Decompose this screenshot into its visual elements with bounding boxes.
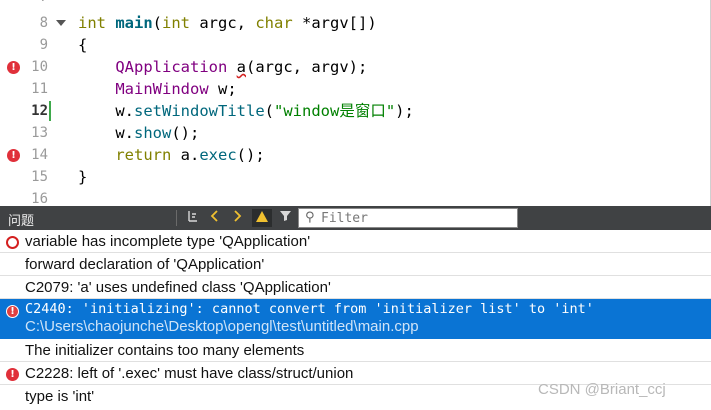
line-number: 15 bbox=[31, 169, 48, 185]
issue-text: C2440: 'initializing': cannot convert fr… bbox=[25, 301, 594, 317]
line-number: 9 bbox=[39, 37, 48, 53]
line-number: 7 bbox=[0, 0, 48, 8]
issue-row[interactable]: C2079: 'a' uses undefined class 'QApplic… bbox=[0, 276, 711, 299]
code-text: QApplication a(argc, argv); bbox=[115, 58, 368, 76]
issue-text: C2079: 'a' uses undefined class 'QApplic… bbox=[25, 279, 331, 296]
next-issue-icon[interactable] bbox=[228, 209, 246, 227]
watermark-text: CSDN @Briant_ccj bbox=[538, 381, 666, 398]
toolbar-separator bbox=[176, 210, 177, 226]
line-number: 16 bbox=[31, 191, 48, 206]
error-icon: ! bbox=[6, 305, 19, 318]
code-line-9[interactable]: 9 { bbox=[0, 34, 711, 56]
line-number: 13 bbox=[31, 125, 48, 141]
code-line-8[interactable]: 8 int main(int argc, char *argv[]) bbox=[0, 12, 711, 34]
line-number: 11 bbox=[31, 81, 48, 97]
code-line-14[interactable]: ! 14 return a.exec(); bbox=[0, 144, 711, 166]
issue-row[interactable]: variable has incomplete type 'QApplicati… bbox=[0, 230, 711, 253]
line-number: 10 bbox=[31, 59, 48, 75]
issue-text: type is 'int' bbox=[25, 388, 95, 405]
code-line-11[interactable]: 11 MainWindow w; bbox=[0, 78, 711, 100]
code-line-13[interactable]: 13 w.show(); bbox=[0, 122, 711, 144]
filter-input[interactable] bbox=[321, 209, 513, 227]
line-number: 12 bbox=[31, 103, 48, 119]
issue-text: C2228: left of '.exec' must have class/s… bbox=[25, 365, 354, 382]
code-line-16[interactable]: 16 bbox=[0, 188, 711, 206]
funnel-icon[interactable] bbox=[276, 209, 294, 227]
issue-file-path[interactable]: C:\Users\chaojunche\Desktop\opengl\test\… bbox=[25, 318, 419, 335]
code-editor[interactable]: 7 8 int main(int argc, char *argv[]) 9 {… bbox=[0, 0, 711, 206]
previous-issue-icon[interactable] bbox=[206, 209, 224, 227]
fold-arrow-icon[interactable] bbox=[56, 20, 66, 26]
code-line-12[interactable]: 12 w.setWindowTitle("window是窗口"); bbox=[0, 100, 711, 122]
code-text: MainWindow w; bbox=[115, 80, 237, 98]
line-number: 14 bbox=[31, 147, 48, 163]
warning-filter-icon[interactable] bbox=[252, 209, 272, 227]
filter-box[interactable]: ⚲ bbox=[298, 208, 518, 228]
error-icon: ! bbox=[6, 368, 19, 381]
error-icon bbox=[6, 236, 19, 249]
issue-row[interactable]: forward declaration of 'QApplication' bbox=[0, 253, 711, 276]
code-text: w.show(); bbox=[78, 124, 200, 142]
issue-text: variable has incomplete type 'QApplicati… bbox=[25, 233, 311, 250]
issue-text: The initializer contains too many elemen… bbox=[25, 342, 305, 359]
issues-toolbar: 问题 ⚲ bbox=[0, 206, 711, 230]
code-text: w.setWindowTitle("window是窗口"); bbox=[78, 102, 414, 120]
build-issues-icon[interactable] bbox=[184, 209, 202, 227]
code-line-7[interactable]: 7 bbox=[0, 0, 711, 8]
code-text: return a.exec(); bbox=[115, 146, 265, 164]
modified-indicator bbox=[49, 101, 51, 121]
issue-row-selected[interactable]: ! C2440: 'initializing': cannot convert … bbox=[0, 299, 711, 339]
code-line-15[interactable]: 15 } bbox=[0, 166, 711, 188]
issue-text: forward declaration of 'QApplication' bbox=[25, 256, 265, 273]
line-number: 8 bbox=[39, 15, 48, 31]
code-text: int main(int argc, char *argv[]) bbox=[78, 14, 377, 32]
issues-panel-title: 问题 bbox=[8, 214, 35, 229]
code-line-10[interactable]: ! 10 QApplication a(argc, argv); bbox=[0, 56, 711, 78]
code-text: { bbox=[78, 36, 88, 54]
issue-row[interactable]: The initializer contains too many elemen… bbox=[0, 339, 711, 362]
code-text: } bbox=[78, 168, 88, 186]
search-icon: ⚲ bbox=[305, 210, 315, 225]
